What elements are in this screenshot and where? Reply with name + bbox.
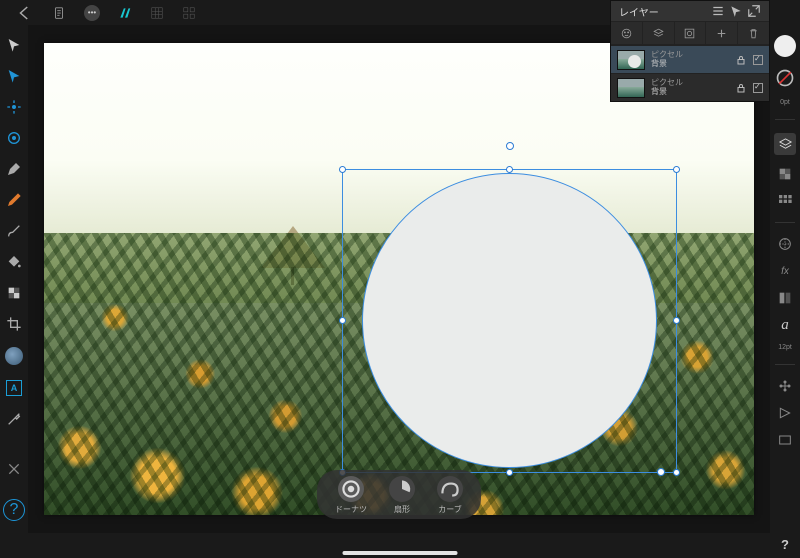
persona-icon[interactable] <box>118 6 132 20</box>
shape-option-donut[interactable]: ドーナツ <box>335 476 367 515</box>
document[interactable] <box>44 43 754 515</box>
layer-add-button[interactable] <box>706 22 738 44</box>
adjustments-icon[interactable] <box>777 236 793 252</box>
font-size-label: 12pt <box>778 344 792 351</box>
visibility-checkbox[interactable] <box>753 83 763 93</box>
help-button[interactable]: ? <box>781 537 789 552</box>
context-help-button[interactable]: ? <box>3 499 25 521</box>
navigator-studio-icon[interactable] <box>777 432 793 448</box>
right-toolbar: 0pt fx a 12pt ? <box>770 25 800 558</box>
styles-studio-icon[interactable] <box>777 290 793 306</box>
layers-panel: レイヤー ピクセル 背景 ピクセル 背景 <box>610 0 770 102</box>
shape-control-point[interactable] <box>657 468 665 476</box>
divider <box>775 364 795 365</box>
handle-ml[interactable] <box>339 317 346 324</box>
shape-option-curve[interactable]: カーブ <box>437 476 463 515</box>
divider <box>775 222 795 223</box>
handle-tm[interactable] <box>506 166 513 173</box>
fill-swatch[interactable] <box>774 35 796 57</box>
transform-studio-icon[interactable] <box>777 378 793 394</box>
handle-tr[interactable] <box>673 166 680 173</box>
home-indicator <box>343 551 458 555</box>
layer-arrange-button[interactable] <box>643 22 675 44</box>
layer-delete-button[interactable] <box>738 22 769 44</box>
layers-title: レイヤー <box>619 4 659 19</box>
layer-row-selected[interactable]: ピクセル 背景 <box>611 45 769 73</box>
fill-tool[interactable] <box>6 254 22 270</box>
layers-menu-icon[interactable] <box>711 4 725 18</box>
crop-tool[interactable] <box>6 316 22 332</box>
node-tool[interactable] <box>6 68 22 84</box>
shape-option-fan[interactable]: 扇形 <box>389 476 415 515</box>
layer-name: ピクセル 背景 <box>651 51 729 69</box>
more-menu-button[interactable]: ••• <box>84 5 100 21</box>
shapes-tool[interactable] <box>5 347 23 365</box>
fx-studio-icon[interactable]: fx <box>777 263 793 279</box>
text-frame-tool[interactable]: A <box>6 380 22 396</box>
layers-toolbar <box>611 21 769 45</box>
layer-name: ピクセル 背景 <box>651 79 729 97</box>
layers-expand-icon[interactable] <box>747 4 761 18</box>
point-transform-tool[interactable] <box>6 99 22 115</box>
curve-label: カーブ <box>438 504 462 515</box>
fan-label: 扇形 <box>394 504 410 515</box>
close-context-icon[interactable] <box>6 461 22 477</box>
stroke-width-label: 0pt <box>780 99 790 106</box>
rotate-handle[interactable] <box>506 142 514 150</box>
layers-studio-button[interactable] <box>774 133 796 155</box>
corner-tool[interactable] <box>6 130 22 146</box>
donut-label: ドーナツ <box>335 504 367 515</box>
layer-thumbnail <box>617 50 645 70</box>
shape-options-bar: ドーナツ 扇形 カーブ <box>317 470 481 519</box>
layers-preview-icon[interactable] <box>729 4 743 18</box>
pencil-tool[interactable] <box>6 192 22 208</box>
move-tool[interactable] <box>6 37 22 53</box>
divider <box>775 119 795 120</box>
back-button[interactable] <box>16 4 34 22</box>
color-picker-tool[interactable] <box>6 411 22 427</box>
grid-icon[interactable] <box>150 6 164 20</box>
layer-tag-button[interactable] <box>611 22 643 44</box>
lock-icon[interactable] <box>735 54 747 66</box>
color-studio-icon[interactable] <box>777 166 793 182</box>
transparency-tool[interactable] <box>6 285 22 301</box>
layer-mask-button[interactable] <box>675 22 707 44</box>
swatches-studio-icon[interactable] <box>777 193 793 209</box>
snap-icon[interactable] <box>182 6 196 20</box>
stroke-swatch[interactable] <box>775 68 795 88</box>
text-studio-icon[interactable]: a <box>777 317 793 333</box>
history-studio-icon[interactable] <box>777 405 793 421</box>
document-icon[interactable] <box>52 6 66 20</box>
handle-tl[interactable] <box>339 166 346 173</box>
layer-name-label: 背景 <box>651 88 729 97</box>
layers-header: レイヤー <box>611 1 769 21</box>
selection-box[interactable] <box>342 169 677 473</box>
layer-name-label: 背景 <box>651 60 729 69</box>
layer-row[interactable]: ピクセル 背景 <box>611 73 769 101</box>
lock-icon[interactable] <box>735 82 747 94</box>
brush-tool[interactable] <box>6 223 22 239</box>
handle-bm[interactable] <box>506 469 513 476</box>
handle-mr[interactable] <box>673 317 680 324</box>
layer-thumbnail <box>617 78 645 98</box>
left-toolbar: A ? <box>0 25 28 533</box>
pen-tool[interactable] <box>6 161 22 177</box>
handle-br[interactable] <box>673 469 680 476</box>
visibility-checkbox[interactable] <box>753 55 763 65</box>
help-glyph: ? <box>10 501 19 519</box>
